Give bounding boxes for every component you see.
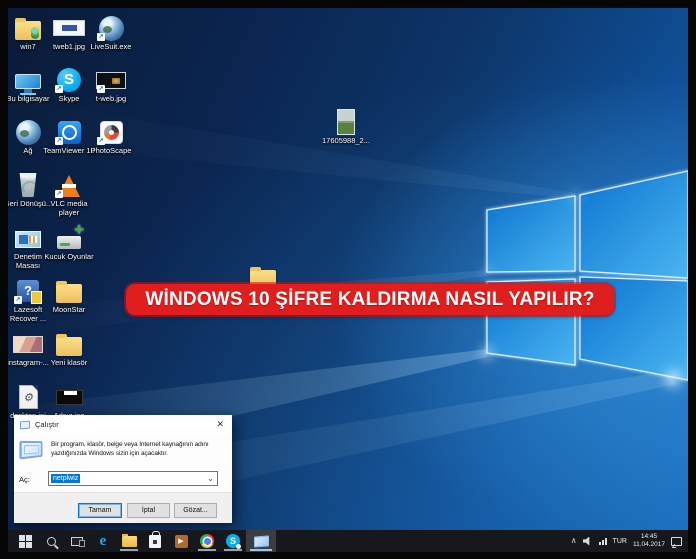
shortcut-arrow-icon: ↗ [55, 85, 63, 93]
store-taskbar-button[interactable] [142, 530, 168, 552]
desktop-icon-label: t-web.jpg [84, 94, 138, 103]
file-explorer-icon [122, 536, 137, 547]
edge-icon: e [100, 534, 107, 549]
run-dialog-taskbar-button[interactable] [246, 530, 276, 552]
desktop-icon-label: 17605988_2... [319, 136, 373, 145]
folder-with-user-icon [15, 21, 41, 40]
open-label: Aç: [19, 475, 30, 484]
browse-button[interactable]: Gözat... [174, 503, 217, 518]
ok-button[interactable]: Tamam [78, 503, 122, 518]
run-window-icon [20, 420, 30, 429]
network-globe-icon [16, 120, 41, 145]
store-icon [149, 535, 161, 548]
desktop-icon-label: Yeni klasör [42, 358, 96, 367]
screen-frame: win7 tweb1.jpg ↗ LiveSuit.exe Bu bilgisa… [0, 0, 696, 559]
shortcut-arrow-icon: ↗ [55, 190, 63, 198]
control-panel-icon [15, 231, 41, 248]
volume-icon[interactable] [583, 537, 593, 546]
skype-taskbar-button[interactable]: S [220, 530, 246, 552]
shortcut-arrow-icon: ↗ [14, 296, 22, 304]
shortcut-arrow-icon: ↗ [97, 33, 105, 41]
run-dialog-window-icon [254, 535, 269, 547]
films-tv-icon: ▶ [175, 535, 188, 548]
drive-green-plus-icon [57, 236, 81, 249]
run-program-icon [19, 441, 42, 460]
desktop-icon-yeni-klasor[interactable]: Yeni klasör [42, 330, 96, 367]
start-icon [19, 535, 32, 548]
run-command-value[interactable]: netplwiz [51, 474, 80, 483]
chrome-icon [200, 534, 214, 548]
desktop-icon-kucuk-oyunlar[interactable]: Kucuk Oyunlar [42, 224, 96, 261]
desktop-icon-17605988[interactable]: 17605988_2... [319, 108, 373, 145]
desktop-icon-photoscape[interactable]: ↗ PhotoScape [84, 118, 138, 155]
desktop-icon-moonstar[interactable]: MoonStar [42, 277, 96, 314]
clock-time: 14:45 [633, 533, 665, 541]
headline-text: WİNDOWS 10 ŞİFRE KALDIRMA NASIL YAPILIR? [145, 289, 594, 311]
desktop-icon-label: LiveSuit.exe [84, 42, 138, 51]
films-tv-taskbar-button[interactable]: ▶ [168, 530, 194, 552]
settings-file-gear-icon [19, 385, 38, 409]
recycle-bin-icon [18, 173, 38, 197]
image-thumbnail-pink-icon [13, 336, 43, 353]
file-explorer-taskbar-button[interactable] [116, 530, 142, 552]
run-dialog[interactable]: Çalıştır ✕ Bir program, klasör, belge ve… [14, 415, 232, 523]
chrome-taskbar-button[interactable] [194, 530, 220, 552]
network-status-icon[interactable] [599, 538, 607, 545]
edge-taskbar-button[interactable]: e [90, 530, 116, 552]
desktop-icon-label: VLC media player [42, 199, 96, 217]
clock[interactable]: 14:45 11.04.2017 [633, 533, 665, 550]
run-dialog-titlebar[interactable]: Çalıştır ✕ [14, 415, 232, 434]
close-icon[interactable]: ✕ [214, 419, 226, 430]
system-tray: ∧ TUR 14:45 11.04.2017 [571, 530, 688, 552]
run-dialog-description: Bir program, klasör, belge veya Internet… [51, 440, 223, 458]
image-thumbnail-dark-bar-icon [56, 390, 83, 405]
desktop-icon-livesuit[interactable]: ↗ LiveSuit.exe [84, 14, 138, 51]
run-dialog-footer: Tamam İptal Gözat... [14, 492, 232, 523]
cancel-button[interactable]: İptal [127, 503, 170, 518]
image-thumbnail-icon [53, 20, 85, 36]
folder-icon [56, 337, 82, 356]
shortcut-arrow-icon: ↗ [55, 137, 63, 145]
desktop-icon-label: PhotoScape [84, 146, 138, 155]
taskbar: e ▶ S ∧ TUR 14:45 11.04.2017 [8, 530, 688, 552]
this-pc-icon [15, 74, 41, 89]
headline-banner: WİNDOWS 10 ŞİFRE KALDIRMA NASIL YAPILIR? [126, 284, 614, 315]
start-button[interactable] [12, 530, 38, 552]
task-view-button[interactable] [64, 530, 90, 552]
shortcut-arrow-icon: ↗ [97, 137, 105, 145]
show-hidden-icons-chevron[interactable]: ∧ [571, 537, 577, 545]
shortcut-arrow-icon: ↗ [97, 85, 105, 93]
action-center-icon[interactable] [671, 537, 682, 546]
chevron-down-icon[interactable]: ⌄ [207, 474, 214, 483]
run-dialog-title: Çalıştır [35, 420, 214, 429]
desktop-icon-label: Kucuk Oyunlar [42, 252, 96, 261]
desktop[interactable]: win7 tweb1.jpg ↗ LiveSuit.exe Bu bilgisa… [8, 8, 688, 530]
task-view-icon [71, 537, 83, 546]
search-icon [47, 537, 56, 546]
desktop-icon-t-web[interactable]: ↗ t-web.jpg [84, 66, 138, 103]
image-thumbnail-photo-icon [337, 109, 355, 135]
desktop-icon-label: MoonStar [42, 305, 96, 314]
desktop-icon-vlc[interactable]: ↗ VLC media player [42, 171, 96, 217]
search-button[interactable] [38, 530, 64, 552]
folder-icon [56, 284, 82, 303]
skype-icon: S [226, 534, 240, 548]
run-command-combobox[interactable]: netplwiz ⌄ [48, 471, 218, 486]
clock-date: 11.04.2017 [633, 541, 665, 549]
language-indicator[interactable]: TUR [613, 538, 627, 545]
